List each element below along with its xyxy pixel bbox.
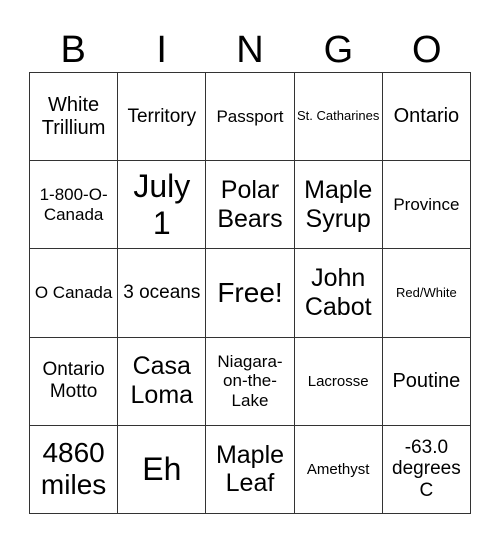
bingo-cell[interactable]: Polar Bears <box>206 161 295 250</box>
bingo-cell[interactable]: Casa Loma <box>118 337 207 426</box>
bingo-cell[interactable]: Ontario <box>382 73 471 162</box>
header-letter-g: G <box>323 29 354 71</box>
bingo-cell[interactable]: Province <box>382 161 471 250</box>
header-letter-i: I <box>156 29 167 71</box>
bingo-cell[interactable]: 1-800-O-Canada <box>30 161 119 250</box>
bingo-cell[interactable]: St. Catharines <box>294 73 383 162</box>
bingo-grid: White Trillium Territory Passport St. Ca… <box>29 72 471 514</box>
header-letter-o: O <box>412 29 442 71</box>
bingo-cell[interactable]: John Cabot <box>294 249 383 338</box>
bingo-cell[interactable]: Niagara-on-the-Lake <box>206 337 295 426</box>
bingo-cell[interactable]: O Canada <box>30 249 119 338</box>
bingo-cell[interactable]: White Trillium <box>30 73 119 162</box>
bingo-cell[interactable]: Eh <box>118 425 207 514</box>
header-letter-n: N <box>236 29 264 71</box>
bingo-cell[interactable]: Territory <box>118 73 207 162</box>
bingo-cell[interactable]: July 1 <box>118 161 207 250</box>
bingo-cell[interactable]: -63.0 degrees C <box>382 425 471 514</box>
bingo-cell[interactable]: Maple Syrup <box>294 161 383 250</box>
bingo-cell[interactable]: Passport <box>206 73 295 162</box>
free-space[interactable]: Free! <box>206 249 295 338</box>
bingo-cell[interactable]: Ontario Motto <box>30 337 119 426</box>
bingo-cell[interactable]: Poutine <box>382 337 471 426</box>
bingo-cell[interactable]: 3 oceans <box>118 249 207 338</box>
bingo-cell[interactable]: Maple Leaf <box>206 425 295 514</box>
bingo-header: B I N G O <box>29 28 471 72</box>
bingo-cell[interactable]: Red/White <box>382 249 471 338</box>
bingo-cell[interactable]: Lacrosse <box>294 337 383 426</box>
header-letter-b: B <box>60 29 86 71</box>
bingo-cell[interactable]: 4860 miles <box>30 425 119 514</box>
bingo-cell[interactable]: Amethyst <box>294 425 383 514</box>
